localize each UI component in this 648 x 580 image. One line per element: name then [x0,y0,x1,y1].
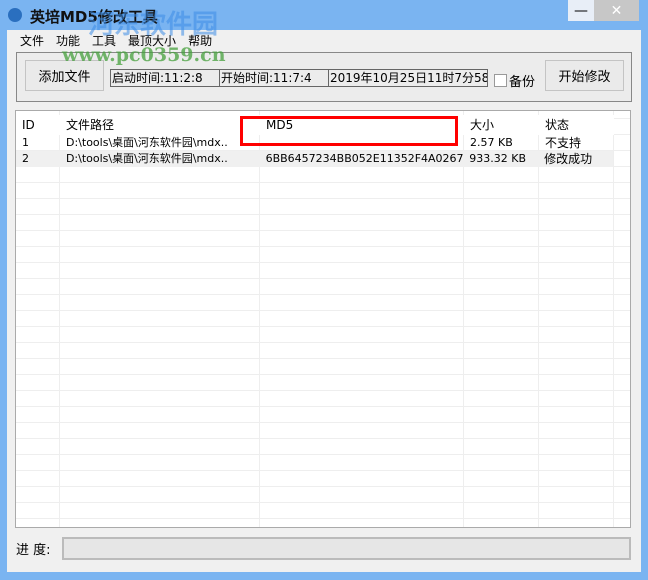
app-icon [8,8,22,22]
highlight-box [240,116,458,146]
menu-topmost[interactable]: 最顶大小 [122,32,182,50]
progress-label: 进 度: [16,543,51,558]
menu-help[interactable]: 帮助 [182,32,218,50]
window-title: 英培MD5修改工具 [30,8,158,26]
backup-checkbox[interactable]: 备份 [494,71,535,90]
cell-path: D:\tools\桌面\河东软件园\mdx.. [66,136,228,149]
table-row[interactable]: 2 D:\tools\桌面\河东软件园\mdx.. 6BB6457234BB05… [16,151,613,167]
add-file-button[interactable]: 添加文件 [25,60,104,91]
start-time-field: 启动时间:11:2:8 [110,69,220,87]
file-list[interactable]: ID 文件路径 MD5 大小 状态 1 D:\tools\桌面\河东软件园\md… [15,110,631,528]
menu-file[interactable]: 文件 [14,32,50,50]
close-button[interactable]: ✕ [594,0,639,21]
minimize-button[interactable]: — [568,0,594,21]
datetime-field: 2019年10月25日11时7分58秒 [328,69,488,87]
menu-function[interactable]: 功能 [50,32,86,50]
cell-id: 2 [22,152,29,165]
header-size[interactable]: 大小 [464,115,539,135]
cell-md5: 6BB6457234BB052E11352F4A026714F1 [265,152,464,165]
client-area: 文件 功能 工具 最顶大小 帮助 添加文件 启动时间:11:2:8 开始时间:1… [7,30,641,572]
cell-status: 不支持 [545,136,582,150]
header-path[interactable]: 文件路径 [60,115,260,135]
begin-time-field: 开始时间:11:7:4 [219,69,329,87]
cell-size: 933.32 KB [469,152,526,165]
toolbar-group: 添加文件 启动时间:11:2:8 开始时间:11:7:4 2019年10月25日… [16,52,632,102]
start-modify-button[interactable]: 开始修改 [545,60,624,91]
cell-path: D:\tools\桌面\河东软件园\mdx.. [65,152,228,165]
cell-status: 修改成功 [544,152,593,166]
menu-tools[interactable]: 工具 [86,32,122,50]
header-status[interactable]: 状态 [539,115,614,135]
cell-id: 1 [22,136,29,149]
header-id[interactable]: ID [16,115,60,135]
progress-bar [62,537,631,560]
cell-size: 2.57 KB [470,136,513,149]
checkbox-box[interactable] [494,74,507,87]
backup-label: 备份 [509,75,536,90]
menu-bar: 文件 功能 工具 最顶大小 帮助 [14,32,218,50]
